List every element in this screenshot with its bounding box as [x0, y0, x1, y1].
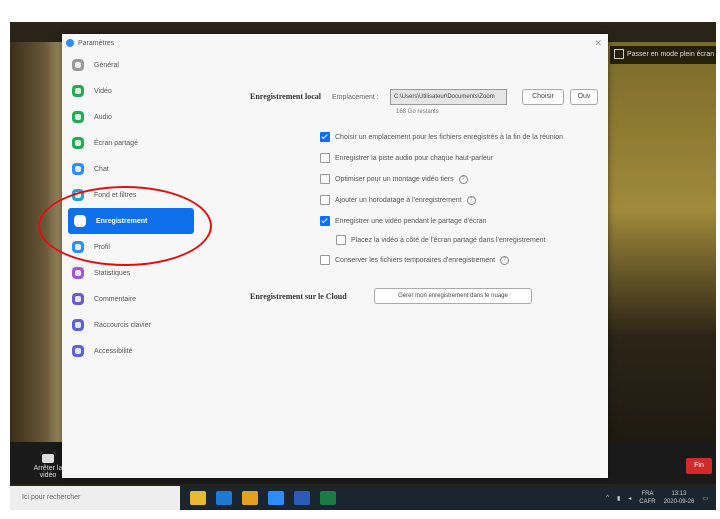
option-keep-temp-files[interactable]: Conserver les fichiers temporaires d'enr…	[320, 255, 510, 265]
sidebar-item-label: Raccourcis clavier	[94, 321, 151, 329]
recording-path-field[interactable]: C:\Users\Utilisateur\Documents\Zoom	[390, 89, 507, 105]
network-icon[interactable]: ▮	[617, 495, 620, 502]
share-screen-icon	[72, 137, 84, 149]
camera-icon	[42, 454, 54, 463]
chat-icon	[72, 163, 84, 175]
fullscreen-icon	[614, 49, 624, 60]
statistics-icon	[72, 267, 84, 279]
checkbox[interactable]	[320, 132, 330, 142]
choose-folder-button[interactable]: Choisir	[522, 89, 564, 105]
option-label: Ajouter un horodatage à l'enregistrement	[335, 196, 462, 204]
highlight-annotation-oval	[38, 186, 212, 266]
fullscreen-button[interactable]: Passer en mode plein écran	[610, 46, 716, 64]
window-titlebar: Paramètres ✕	[62, 34, 608, 52]
sidebar-item-label: Écran partagé	[94, 139, 138, 147]
clock-date: 2020-09-26	[663, 499, 695, 505]
end-meeting-button[interactable]: Fin	[686, 458, 712, 474]
clock-time: 13:13	[671, 491, 687, 497]
video-icon	[72, 85, 84, 97]
sidebar-item-accessibility[interactable]: Accessibilité	[62, 338, 202, 364]
chrome-icon[interactable]	[242, 491, 258, 505]
sidebar-item-general[interactable]: Général	[62, 52, 202, 78]
taskbar-clock[interactable]: 13:13 2020-09-26	[664, 490, 695, 506]
info-icon[interactable]: ?	[466, 195, 476, 205]
cloud-recording-heading: Enregistrement sur le Cloud	[250, 292, 347, 301]
zoom-app-icon	[66, 39, 74, 47]
option-label: Placez la vidéo à côté de l'écran partag…	[351, 236, 546, 244]
sidebar-item-feedback[interactable]: Commentaire	[62, 286, 202, 312]
sidebar-item-label: Général	[94, 61, 119, 69]
sidebar-item-audio[interactable]: Audio	[62, 104, 202, 130]
open-folder-button[interactable]: Ouv	[570, 89, 598, 105]
photo-frame: Passer en mode plein écran Arrêter la vi…	[0, 0, 720, 519]
stop-video-label: Arrêter la vidéo	[33, 465, 63, 479]
sidebar-item-keyboard-shortcuts[interactable]: Raccourcis clavier	[62, 312, 202, 338]
option-choose-location[interactable]: Choisir un emplacement pour les fichiers…	[320, 132, 563, 142]
checkbox[interactable]	[320, 216, 330, 226]
close-icon[interactable]: ✕	[594, 38, 602, 49]
recording-settings-panel: Enregistrement local Emplacement : C:\Us…	[238, 52, 608, 478]
option-label: Choisir un emplacement pour les fichiers…	[335, 133, 564, 141]
language-indicator[interactable]: FRA CAFR	[639, 490, 655, 506]
chevron-up-icon[interactable]: ^	[606, 495, 609, 501]
zoom-taskbar-icon[interactable]	[268, 491, 284, 505]
info-icon[interactable]: ?	[458, 174, 468, 184]
edge-icon[interactable]	[216, 491, 232, 505]
option-label: Enregistrer une vidéo pendant le partage…	[335, 217, 487, 225]
sidebar-item-label: Accessibilité	[94, 347, 133, 355]
info-icon[interactable]: ?	[500, 255, 510, 265]
headphones-icon	[72, 111, 84, 123]
locale-label: CAFR	[639, 499, 656, 505]
video-background-right	[606, 42, 716, 462]
taskbar-search-input[interactable]: Ici pour rechercher	[10, 486, 180, 510]
manage-cloud-recording-button[interactable]: Gérer mon enregistrement dans le nuage	[374, 288, 532, 304]
volume-icon[interactable]: ◂	[628, 495, 631, 502]
sidebar-item-label: Chat	[94, 165, 109, 173]
sidebar-item-label: Audio	[94, 113, 112, 121]
local-recording-heading: Enregistrement local	[250, 92, 322, 101]
system-tray: ^ ▮ ◂ FRA CAFR 13:13 2020-09-26 ▭	[606, 490, 716, 506]
gear-icon	[72, 59, 84, 71]
accessibility-icon	[72, 345, 84, 357]
excel-icon[interactable]	[320, 491, 336, 505]
sidebar-item-chat[interactable]: Chat	[62, 156, 202, 182]
option-label: Enregistrer la piste audio pour chaque h…	[335, 154, 493, 162]
checkbox[interactable]	[320, 195, 330, 205]
file-explorer-icon[interactable]	[190, 491, 206, 505]
sidebar-item-label: Commentaire	[94, 295, 137, 303]
checkbox[interactable]	[320, 255, 330, 265]
word-icon[interactable]	[294, 491, 310, 505]
option-video-next-to-share[interactable]: Placez la vidéo à côté de l'écran partag…	[336, 235, 546, 245]
location-label: Emplacement :	[332, 94, 379, 101]
windows-taskbar: Ici pour rechercher ^ ▮ ◂ FRA CAFR 13:13 2…	[10, 486, 716, 510]
option-separate-audio[interactable]: Enregistrer la piste audio pour chaque h…	[320, 153, 493, 163]
option-timestamp[interactable]: Ajouter un horodatage à l'enregistrement…	[320, 195, 476, 205]
option-label: Conserver les fichiers temporaires d'enr…	[335, 256, 496, 264]
checkbox[interactable]	[320, 153, 330, 163]
fullscreen-label: Passer en mode plein écran	[627, 51, 715, 58]
sidebar-item-video[interactable]: Vidéo	[62, 78, 202, 104]
checkbox[interactable]	[336, 235, 346, 245]
option-record-while-sharing[interactable]: Enregistrer une vidéo pendant le partage…	[320, 216, 487, 226]
lang-label: FRA	[641, 491, 654, 497]
checkbox[interactable]	[320, 174, 330, 184]
keyboard-icon	[72, 319, 84, 331]
sidebar-item-label: Vidéo	[94, 87, 112, 95]
feedback-icon	[72, 293, 84, 305]
option-label: Optimiser pour un montage vidéo tiers	[335, 175, 454, 183]
sidebar-item-share-screen[interactable]: Écran partagé	[62, 130, 202, 156]
notifications-icon[interactable]: ▭	[702, 495, 708, 502]
option-optimize-editor[interactable]: Optimiser pour un montage vidéo tiers?	[320, 174, 468, 184]
remaining-space: 168 Go restants	[396, 109, 439, 115]
window-title: Paramètres	[78, 39, 115, 47]
sidebar-item-label: Statistiques	[94, 269, 131, 277]
monitor-screen: Passer en mode plein écran Arrêter la vi…	[10, 22, 716, 510]
